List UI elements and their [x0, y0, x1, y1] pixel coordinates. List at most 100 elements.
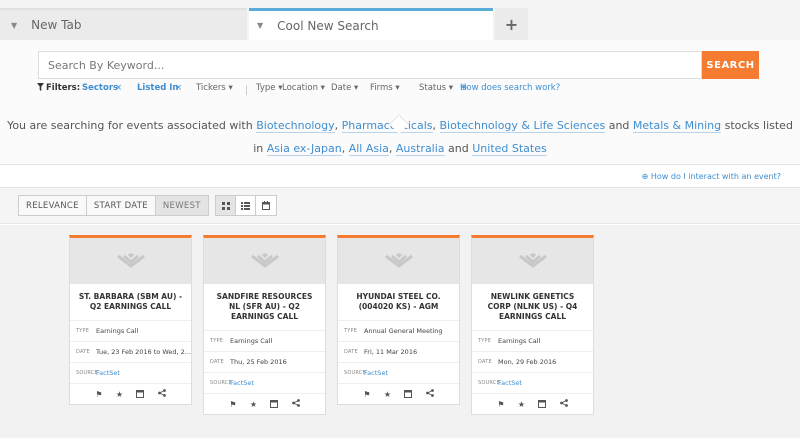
flag-icon[interactable]: ⚑ — [95, 390, 102, 399]
description-prefix: You are searching for events associated … — [7, 119, 253, 132]
card-date-row: DATE Fri, 11 Mar 2016 — [338, 342, 459, 363]
calendar-icon[interactable] — [404, 389, 413, 400]
card-date-row: DATE Mon, 29 Feb 2016 — [472, 352, 593, 373]
list-view-icon[interactable] — [236, 196, 256, 215]
dropdown-status[interactable]: Status ▾ — [419, 83, 453, 93]
remove-sectors-icon[interactable]: × — [115, 83, 122, 93]
location-link[interactable]: United States — [472, 142, 547, 156]
flag-icon[interactable]: ⚑ — [363, 390, 370, 399]
source-link[interactable]: FactSet — [96, 369, 120, 377]
calendar-icon[interactable] — [136, 389, 145, 400]
event-card[interactable]: ST. BARBARA (SBM AU) - Q2 EARNINGS CALL … — [69, 235, 192, 405]
star-icon[interactable]: ★ — [518, 400, 525, 409]
type-label: TYPE — [478, 338, 492, 344]
calendar-view-icon[interactable] — [256, 196, 276, 215]
dropdown-location[interactable]: Location ▾ — [282, 83, 325, 93]
tab-label: Cool New Search — [277, 18, 379, 33]
event-card[interactable]: SANDFIRE RESOURCES NL (SFR AU) - Q2 EARN… — [203, 235, 326, 415]
calendar-icon[interactable] — [538, 399, 547, 410]
share-icon[interactable] — [157, 389, 166, 399]
sort-options: RELEVANCE START DATE NEWEST — [18, 195, 209, 216]
source-label: SOURCE — [76, 370, 98, 376]
sector-link[interactable]: Biotechnology — [256, 119, 335, 133]
dropdown-date[interactable]: Date ▾ — [331, 83, 358, 93]
date-label: DATE — [210, 359, 224, 365]
description-in: in — [253, 142, 264, 155]
card-source-row: SOURCE FactSet — [70, 363, 191, 384]
dropdown-type[interactable]: Type ▾ — [256, 83, 283, 93]
date-label: DATE — [344, 349, 358, 355]
source-link[interactable]: FactSet — [230, 379, 254, 387]
sort-start-date-button[interactable]: START DATE — [87, 196, 156, 215]
event-card[interactable]: HYUNDAI STEEL CO. (004020 KS) - AGM TYPE… — [337, 235, 460, 405]
search-button[interactable]: SEARCH — [702, 51, 759, 79]
card-date-row: DATE Thu, 25 Feb 2016 — [204, 352, 325, 373]
search-help-link[interactable]: ⊕ How does search work? — [460, 83, 560, 93]
date-value: Mon, 29 Feb 2016 — [498, 358, 557, 366]
brand-logo-icon — [518, 252, 547, 268]
brand-logo-icon — [250, 252, 279, 268]
event-card[interactable]: NEWLINK GENETICS CORP (NLNK US) - Q4 EAR… — [471, 235, 594, 415]
card-thumbnail — [204, 238, 325, 284]
share-icon[interactable] — [291, 399, 300, 409]
description-middle: stocks listed — [724, 119, 793, 132]
card-actions: ⚑ ★ — [472, 394, 593, 414]
flag-icon[interactable]: ⚑ — [497, 400, 504, 409]
description-and: and — [608, 119, 630, 132]
sector-link[interactable]: Pharmaceuticals — [341, 119, 433, 133]
search-input[interactable]: Search By Keyword... — [38, 51, 702, 79]
star-icon[interactable]: ★ — [384, 390, 391, 399]
type-value: Earnings Call — [230, 337, 273, 345]
card-date-row: DATE Tue, 23 Feb 2016 to Wed, 2... — [70, 342, 191, 363]
location-link[interactable]: Asia ex-Japan — [266, 142, 342, 156]
sort-toolbar: RELEVANCE START DATE NEWEST — [0, 188, 800, 224]
tab-label: New Tab — [31, 18, 82, 32]
sector-link[interactable]: Biotechnology & Life Sciences — [439, 119, 606, 133]
type-label: TYPE — [76, 328, 90, 334]
date-label: DATE — [478, 359, 492, 365]
share-icon[interactable] — [425, 389, 434, 399]
tab-menu-icon[interactable]: ▼ — [11, 21, 17, 30]
interact-help-link[interactable]: ⊕ How do I interact with an event? — [642, 172, 781, 181]
date-value: Tue, 23 Feb 2016 to Wed, 2... — [96, 348, 191, 356]
sector-link[interactable]: Metals & Mining — [632, 119, 722, 133]
remove-listed-in-icon[interactable]: × — [175, 83, 182, 93]
tab-new-tab[interactable]: ▼ New Tab — [0, 8, 247, 40]
description-and: and — [448, 142, 469, 155]
grid-view-icon[interactable] — [216, 196, 236, 215]
results-grid: ST. BARBARA (SBM AU) - Q2 EARNINGS CALL … — [0, 225, 800, 438]
card-thumbnail — [70, 238, 191, 284]
calendar-icon[interactable] — [270, 399, 279, 410]
dropdown-tickers[interactable]: Tickers ▾ — [196, 83, 233, 93]
tab-menu-icon[interactable]: ▼ — [257, 21, 263, 30]
add-tab-button[interactable]: + — [495, 8, 528, 40]
star-icon[interactable]: ★ — [116, 390, 123, 399]
star-icon[interactable]: ★ — [250, 400, 257, 409]
filter-chip-sectors[interactable]: Sectors — [82, 83, 118, 93]
card-title[interactable]: SANDFIRE RESOURCES NL (SFR AU) - Q2 EARN… — [204, 284, 325, 331]
card-title[interactable]: ST. BARBARA (SBM AU) - Q2 EARNINGS CALL — [70, 284, 191, 321]
date-label: DATE — [76, 349, 90, 355]
tab-cool-new-search[interactable]: ▼ Cool New Search — [249, 8, 493, 40]
card-title[interactable]: HYUNDAI STEEL CO. (004020 KS) - AGM — [338, 284, 459, 321]
card-title[interactable]: NEWLINK GENETICS CORP (NLNK US) - Q4 EAR… — [472, 284, 593, 331]
filter-chip-listed-in[interactable]: Listed In — [137, 83, 178, 93]
card-type-row: TYPE Earnings Call — [472, 331, 593, 352]
filter-icon — [37, 83, 44, 94]
source-link[interactable]: FactSet — [364, 369, 388, 377]
card-type-row: TYPE Earnings Call — [70, 321, 191, 342]
card-actions: ⚑ ★ — [338, 384, 459, 404]
location-link[interactable]: Australia — [395, 142, 445, 156]
flag-icon[interactable]: ⚑ — [229, 400, 236, 409]
location-link[interactable]: All Asia — [348, 142, 389, 156]
sort-newest-button[interactable]: NEWEST — [155, 196, 208, 215]
card-source-row: SOURCE FactSet — [204, 373, 325, 394]
sort-relevance-button[interactable]: RELEVANCE — [19, 196, 87, 215]
brand-logo-icon — [116, 252, 145, 268]
dropdown-firms[interactable]: Firms ▾ — [370, 83, 400, 93]
card-thumbnail — [338, 238, 459, 284]
share-icon[interactable] — [559, 399, 568, 409]
type-value: Earnings Call — [96, 327, 139, 335]
plus-circle-icon: ⊕ — [641, 172, 649, 181]
source-link[interactable]: FactSet — [498, 379, 522, 387]
